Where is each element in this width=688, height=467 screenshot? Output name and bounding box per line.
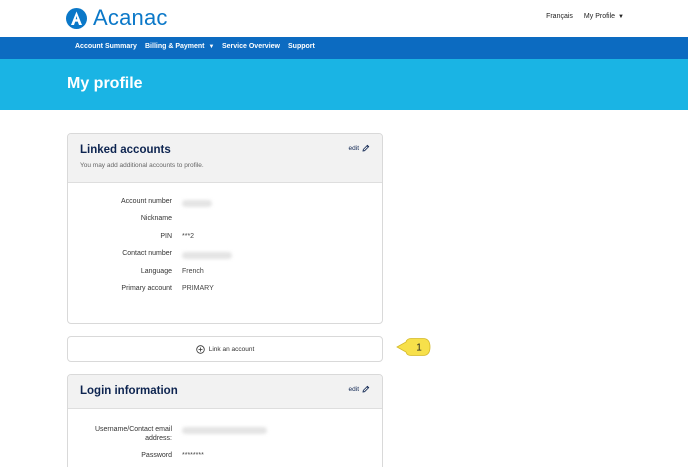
nav-billing-label: Billing & Payment [145,43,205,50]
chevron-down-icon: ▼ [618,14,624,20]
password-label: Password [141,452,172,459]
row-username: Username/Contact email address: [68,425,382,445]
account-number-label: Account number [121,198,172,205]
top-right-links: Français My Profile ▼ [546,13,624,20]
login-information-header: Login information edit [68,375,382,409]
linked-accounts-title: Linked accounts [80,144,171,156]
pencil-icon [362,385,370,393]
linked-accounts-edit-button[interactable]: edit [349,144,370,152]
language-link[interactable]: Français [546,13,573,20]
row-pin: PIN ***2 [68,233,382,245]
link-account-button[interactable]: Link an account [67,336,383,362]
link-account-content: Link an account [68,345,382,354]
row-nickname: Nickname [68,215,382,227]
page-hero: My profile [0,59,688,110]
login-information-edit-button[interactable]: edit [349,385,370,393]
primary-account-label: Primary account [121,285,172,292]
acanac-logo-icon [66,7,87,29]
row-password: Password ******** [68,452,382,464]
nav-billing-payment[interactable]: Billing & Payment ▼ [145,43,214,50]
edit-label: edit [348,144,359,152]
linked-accounts-card: Linked accounts You may add additional a… [67,133,383,324]
language-value: French [182,268,204,275]
chevron-down-icon: ▼ [208,44,215,50]
primary-account-value: PRIMARY [182,285,214,292]
row-account-number: Account number [68,198,382,210]
row-primary-account: Primary account PRIMARY [68,285,382,297]
pencil-icon [362,144,370,152]
login-information-title: Login information [80,385,178,397]
main-nav: Account Summary Billing & Payment ▼ Servi… [0,37,688,59]
step-callout: 1 [396,337,432,362]
plus-circle-icon [196,345,205,354]
row-contact-number: Contact number [68,250,382,262]
account-number-value-redacted [182,200,212,207]
contact-number-value-redacted [182,252,232,259]
row-language: Language French [68,268,382,280]
nav-support[interactable]: Support [288,43,315,50]
link-account-label: Link an account [208,346,255,353]
my-profile-menu[interactable]: My Profile ▼ [584,13,624,20]
password-value: ******** [182,452,204,459]
linked-accounts-header: Linked accounts You may add additional a… [68,134,382,183]
linked-accounts-subtitle: You may add additional accounts to profi… [80,162,204,169]
login-information-card: Login information edit Username/Contact … [67,374,383,467]
brand-logo[interactable]: Acanac [66,7,168,29]
contact-number-label: Contact number [122,250,172,257]
top-header: Acanac Français My Profile ▼ [0,0,688,37]
username-label: Username/Contact email address: [94,426,172,442]
language-label: Language [140,268,172,275]
my-profile-label: My Profile [583,13,616,20]
brand-name: Acanac [93,5,168,30]
nav-account-summary[interactable]: Account Summary [75,43,137,50]
username-value-redacted [182,427,267,434]
edit-label: edit [348,385,359,393]
page-title: My profile [67,75,143,92]
nav-service-overview[interactable]: Service Overview [222,43,280,50]
callout-number: 1 [416,343,422,354]
pin-label: PIN [160,233,172,240]
pin-value: ***2 [182,233,195,240]
nickname-label: Nickname [140,215,172,222]
